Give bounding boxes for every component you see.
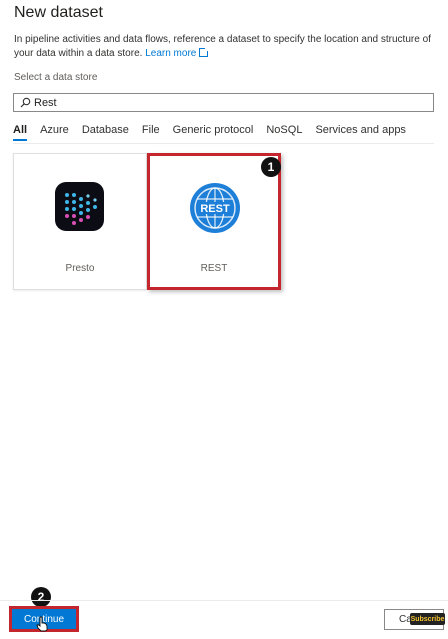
hand-cursor-icon <box>36 616 48 632</box>
card-label-rest: REST <box>200 263 228 274</box>
rest-logo-text: REST <box>200 203 230 215</box>
presto-logo-icon <box>55 182 104 231</box>
step-marker-2: 2 <box>31 587 51 607</box>
tab-nosql[interactable]: NoSQL <box>266 124 302 141</box>
data-store-label: Select a data store <box>14 72 98 83</box>
card-label-presto: Presto <box>65 263 95 274</box>
tab-divider <box>13 143 434 144</box>
search-box[interactable] <box>13 93 434 112</box>
tab-database[interactable]: Database <box>82 124 129 141</box>
search-icon <box>18 96 32 110</box>
step-marker-1: 1 <box>261 157 281 177</box>
footer-divider <box>0 600 448 601</box>
rest-globe-icon: REST <box>189 182 241 234</box>
search-input[interactable] <box>34 96 414 109</box>
subscribe-badge[interactable]: Subscribe <box>410 613 445 625</box>
tab-generic-protocol[interactable]: Generic protocol <box>173 124 254 141</box>
dialog-title: New dataset <box>14 4 103 21</box>
external-link-icon <box>199 47 210 57</box>
data-store-card-rest[interactable]: REST REST <box>147 153 281 290</box>
tab-azure[interactable]: Azure <box>40 124 69 141</box>
category-tabs: All Azure Database File Generic protocol… <box>13 124 419 141</box>
dialog-description: In pipeline activities and data flows, r… <box>14 33 436 61</box>
tab-services-and-apps[interactable]: Services and apps <box>315 124 406 141</box>
tab-all[interactable]: All <box>13 124 28 141</box>
learn-more-link[interactable]: Learn more <box>145 47 210 59</box>
data-store-card-presto[interactable]: Presto <box>13 153 147 290</box>
tab-file[interactable]: File <box>142 124 160 141</box>
description-text: In pipeline activities and data flows, r… <box>14 34 431 59</box>
